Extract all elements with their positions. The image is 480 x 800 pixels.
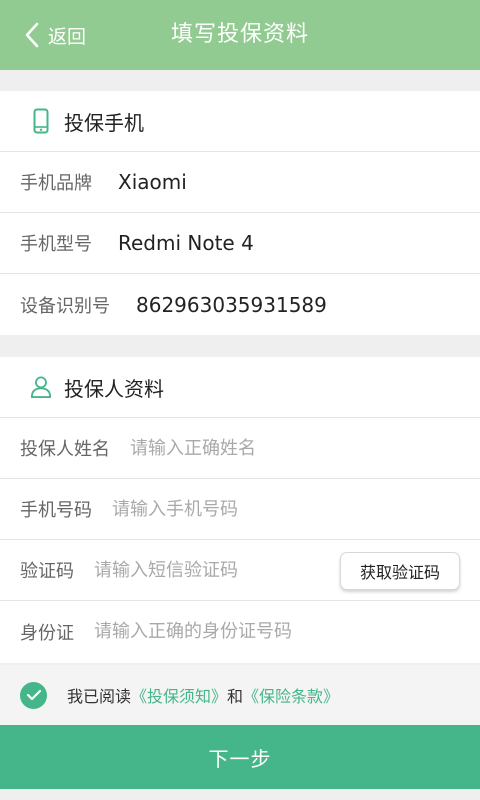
mobile-input[interactable] (112, 498, 342, 520)
imei-value: 862963035931589 (136, 292, 327, 317)
brand-label: 手机品牌 (20, 173, 92, 194)
policyholder-section: 投保人资料 投保人姓名 手机号码 验证码 获取验证码 身份证 (0, 357, 480, 663)
section-title: 投保手机 (64, 110, 144, 135)
section-header-phone: 投保手机 (0, 91, 480, 152)
model-label: 手机型号 (20, 234, 92, 255)
agreement-prefix: 我已阅读 (67, 687, 132, 706)
name-label: 投保人姓名 (20, 439, 110, 460)
next-step-button[interactable]: 下一步 (0, 725, 480, 789)
page-title: 填写投保资料 (170, 22, 309, 47)
name-row: 投保人姓名 (0, 418, 480, 479)
id-row: 身份证 (0, 601, 480, 662)
mobile-row: 手机号码 (0, 479, 480, 540)
get-code-button[interactable]: 获取验证码 (340, 552, 460, 590)
model-value: Redmi Note 4 (118, 231, 254, 255)
user-icon (30, 373, 52, 401)
code-row: 验证码 获取验证码 (0, 540, 480, 601)
imei-row: 设备识别号 862963035931589 (0, 274, 480, 335)
id-card-input[interactable] (94, 621, 394, 642)
terms-link[interactable]: 《保险条款》 (243, 687, 339, 706)
sms-code-input[interactable] (94, 559, 304, 581)
agreement-row: 我已阅读《投保须知》和《保险条款》 (0, 665, 480, 725)
top-bar: 返回 填写投保资料 (0, 0, 480, 70)
bottom-divider (0, 789, 480, 800)
brand-value: Xiaomi (118, 170, 187, 194)
insured-phone-section: 投保手机 手机品牌 Xiaomi 手机型号 Redmi Note 4 设备识别号… (0, 91, 480, 335)
imei-label: 设备识别号 (20, 295, 110, 317)
notice-link[interactable]: 《投保须知》 (131, 687, 227, 706)
check-icon (26, 689, 41, 701)
agreement-and: 和 (227, 687, 244, 706)
mobile-label: 手机号码 (20, 500, 92, 521)
id-label: 身份证 (20, 622, 74, 644)
section-title: 投保人资料 (64, 376, 164, 401)
brand-row: 手机品牌 Xiaomi (0, 152, 480, 213)
section-header-person: 投保人资料 (0, 357, 480, 418)
agreement-text: 我已阅读《投保须知》和《保险条款》 (67, 683, 339, 707)
name-input[interactable] (130, 437, 360, 459)
code-label: 验证码 (20, 561, 74, 582)
agree-checkbox[interactable] (20, 681, 47, 709)
model-row: 手机型号 Redmi Note 4 (0, 213, 480, 274)
phone-icon (30, 107, 52, 135)
